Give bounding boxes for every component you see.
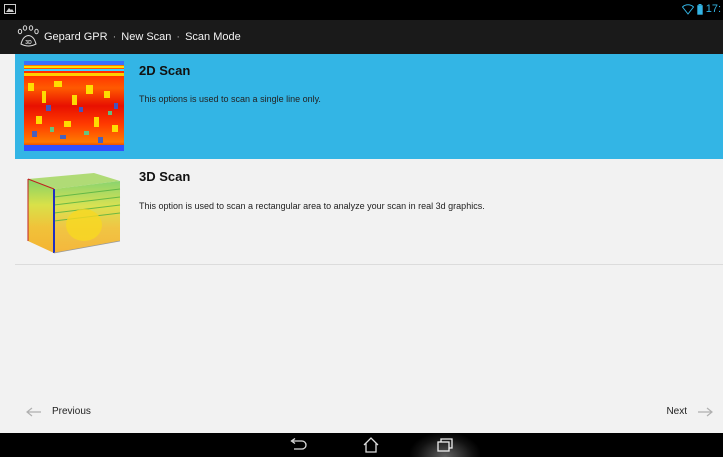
- 3d-scan-thumbnail: [27, 173, 121, 254]
- 2d-scan-thumbnail: [24, 61, 124, 151]
- back-button[interactable]: [283, 436, 313, 454]
- option-description: This options is used to scan a single li…: [139, 94, 321, 104]
- wifi-icon: [681, 4, 694, 15]
- crumb-app: Gepard GPR: [44, 31, 108, 43]
- image-notification-icon: [4, 4, 16, 14]
- crumb-separator: ·: [176, 31, 181, 43]
- logo-text: 3D: [25, 40, 32, 46]
- status-right: 17:: [681, 3, 721, 16]
- status-bar: 17:: [0, 0, 723, 20]
- option-description: This option is used to scan a rectangula…: [139, 201, 485, 211]
- wizard-navigation: Previous Next: [0, 392, 723, 433]
- home-button[interactable]: [356, 436, 386, 454]
- arrow-right-icon: [698, 407, 713, 416]
- option-title: 2D Scan: [139, 63, 191, 78]
- crumb-scan-mode: Scan Mode: [185, 31, 241, 43]
- recent-apps-icon: [437, 438, 453, 452]
- crumb-new-scan: New Scan: [121, 31, 172, 43]
- previous-label: Previous: [52, 406, 91, 417]
- scan-mode-list: 2D Scan This options is used to scan a s…: [15, 54, 723, 392]
- option-title: 3D Scan: [139, 169, 191, 184]
- breadcrumb: Gepard GPR · New Scan · Scan Mode: [44, 20, 241, 54]
- arrow-left-icon: [26, 407, 41, 416]
- battery-icon: [697, 4, 703, 15]
- system-nav-bar: [0, 433, 723, 457]
- recent-apps-button[interactable]: [430, 436, 460, 454]
- next-button[interactable]: Next: [666, 406, 713, 417]
- next-label: Next: [666, 406, 687, 417]
- home-icon: [363, 437, 379, 453]
- paw-logo-icon[interactable]: 3D: [16, 24, 42, 50]
- previous-button[interactable]: Previous: [26, 406, 91, 417]
- clock: 17:: [705, 3, 721, 15]
- back-icon: [290, 438, 307, 450]
- action-bar: 3D Gepard GPR · New Scan · Scan Mode: [0, 20, 723, 54]
- option-2d-scan[interactable]: 2D Scan This options is used to scan a s…: [15, 54, 723, 159]
- crumb-separator: ·: [112, 31, 117, 43]
- option-3d-scan[interactable]: 3D Scan This option is used to scan a re…: [15, 160, 723, 265]
